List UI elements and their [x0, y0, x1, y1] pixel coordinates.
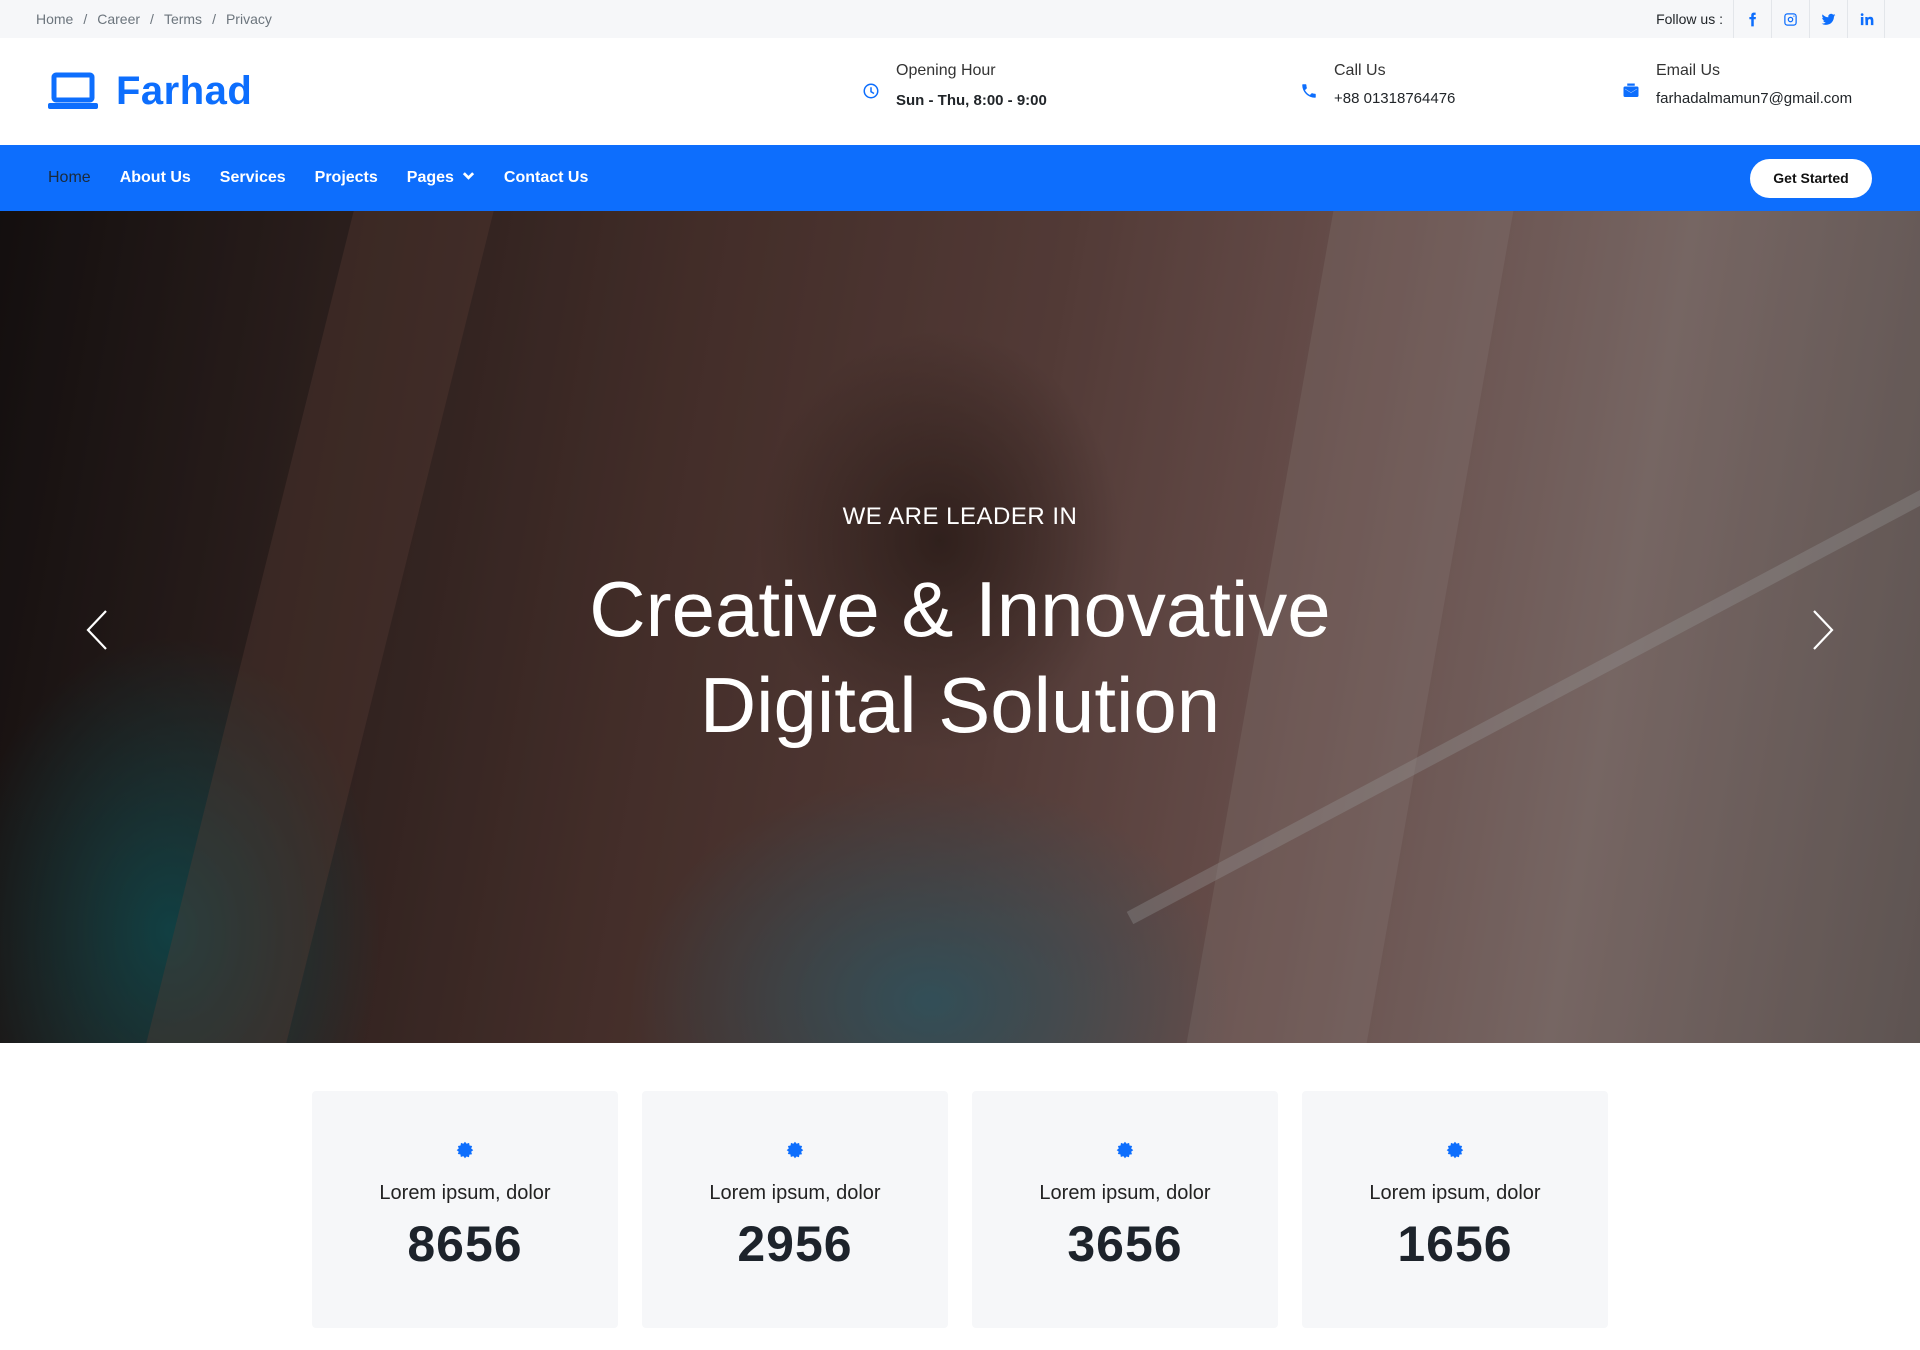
opening-hours-value: Sun - Thu, 8:00 - 9:00: [896, 92, 1047, 109]
stat-label: Lorem ipsum, dolor: [709, 1182, 881, 1204]
nav-item-home[interactable]: Home: [48, 169, 91, 187]
carousel-next-icon[interactable]: [1808, 607, 1838, 653]
logo[interactable]: Farhad: [48, 69, 252, 114]
twitter-icon[interactable]: [1809, 0, 1847, 38]
stat-card: Lorem ipsum, dolor 2956: [642, 1091, 948, 1328]
breadcrumb-separator: /: [212, 11, 216, 27]
phone-icon: [1300, 82, 1318, 100]
opening-hours-title: Opening Hour: [896, 62, 996, 79]
hero-title: Creative & Innovative Digital Solution: [0, 561, 1920, 753]
breadcrumb: Home / Career / Terms / Privacy: [36, 11, 272, 27]
stat-label: Lorem ipsum, dolor: [1369, 1182, 1541, 1204]
email-title: Email Us: [1656, 62, 1721, 79]
badge-icon: [1302, 1141, 1608, 1164]
main-nav: Home About Us Services Projects Pages Co…: [0, 145, 1920, 211]
nav-item-pages-label: Pages: [406, 169, 454, 186]
follow-label: Follow us :: [1656, 11, 1723, 27]
nav-item-services[interactable]: Services: [220, 169, 286, 187]
nav-item-contact-us[interactable]: Contact Us: [504, 169, 588, 187]
badge-icon: [642, 1141, 948, 1164]
nav-item-pages[interactable]: Pages: [407, 169, 475, 187]
get-started-button[interactable]: Get Started: [1750, 158, 1872, 198]
badge-icon: [972, 1141, 1278, 1164]
logo-text: Farhad: [116, 69, 253, 113]
hero-carousel: WE ARE LEADER IN Creative & Innovative D…: [0, 211, 1920, 1043]
chevron-down-icon: [462, 169, 475, 187]
site-header: Farhad Opening Hour Sun - Thu, 8:00 - 9:…: [0, 38, 1920, 145]
stat-value: 3656: [1067, 1216, 1183, 1272]
stat-label: Lorem ipsum, dolor: [379, 1182, 551, 1204]
call-value[interactable]: +88 01318764476: [1334, 90, 1455, 107]
hero-title-line2: Digital Solution: [699, 661, 1221, 749]
laptop-icon: [48, 72, 98, 109]
breadcrumb-terms[interactable]: Terms: [164, 11, 202, 27]
badge-icon: [312, 1141, 618, 1164]
stat-value: 1656: [1397, 1216, 1513, 1272]
carousel-prev-icon[interactable]: [82, 607, 112, 653]
instagram-icon[interactable]: [1771, 0, 1809, 38]
nav-item-about-us[interactable]: About Us: [120, 169, 191, 187]
opening-hours-info: Opening Hour Sun - Thu, 8:00 - 9:00: [862, 62, 1047, 109]
breadcrumb-separator: /: [150, 11, 154, 27]
email-info: Email Us farhadalmamun7@gmail.com: [1622, 62, 1852, 107]
breadcrumb-privacy[interactable]: Privacy: [226, 11, 272, 27]
stats-section: Lorem ipsum, dolor 8656 Lorem ipsum, dol…: [0, 1091, 1920, 1328]
breadcrumb-separator: /: [83, 11, 88, 27]
stat-card: Lorem ipsum, dolor 1656: [1302, 1091, 1608, 1328]
nav-links: Home About Us Services Projects Pages Co…: [48, 169, 588, 187]
call-title: Call Us: [1334, 62, 1386, 79]
hero-content: WE ARE LEADER IN Creative & Innovative D…: [0, 211, 1920, 1043]
stat-card: Lorem ipsum, dolor 3656: [972, 1091, 1278, 1328]
hero-title-line1: Creative & Innovative: [589, 565, 1331, 653]
breadcrumb-home[interactable]: Home: [36, 11, 73, 27]
stat-value: 2956: [737, 1216, 853, 1272]
nav-item-projects[interactable]: Projects: [315, 169, 378, 187]
linkedin-icon[interactable]: [1847, 0, 1885, 38]
stat-label: Lorem ipsum, dolor: [1039, 1182, 1211, 1204]
stat-card: Lorem ipsum, dolor 8656: [312, 1091, 618, 1328]
stat-value: 8656: [407, 1216, 523, 1272]
facebook-icon[interactable]: [1733, 0, 1771, 38]
email-value[interactable]: farhadalmamun7@gmail.com: [1656, 90, 1852, 107]
breadcrumb-career[interactable]: Career: [97, 11, 140, 27]
call-info: Call Us +88 01318764476: [1300, 62, 1455, 107]
clock-icon: [862, 82, 880, 100]
social-links: Follow us :: [1656, 0, 1885, 38]
envelope-icon: [1622, 82, 1640, 100]
top-bar: Home / Career / Terms / Privacy Follow u…: [0, 0, 1920, 38]
hero-subtitle: WE ARE LEADER IN: [842, 503, 1078, 530]
